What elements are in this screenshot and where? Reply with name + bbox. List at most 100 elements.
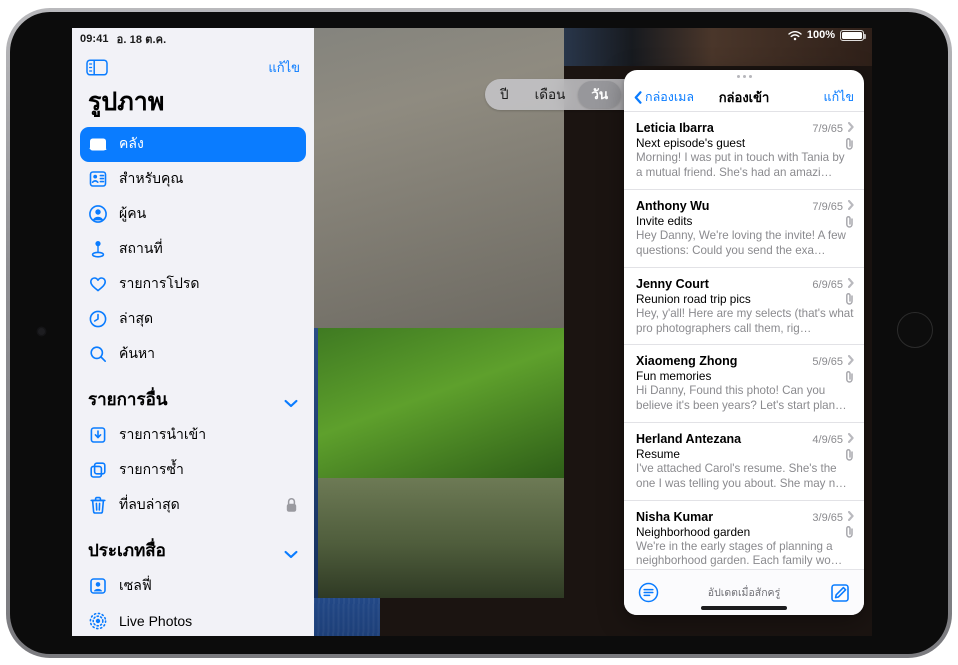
mail-date: 4/9/65 <box>812 434 843 446</box>
front-camera-icon <box>38 328 45 335</box>
compose-icon[interactable] <box>830 583 850 603</box>
sidebar-item-label: คลัง <box>119 133 298 155</box>
live-photos-icon <box>88 611 108 631</box>
sidebar-item-people[interactable]: ผู้คน <box>80 197 306 232</box>
places-pin-icon <box>88 239 108 259</box>
sidebar-item-label: ล่าสุด <box>119 308 298 330</box>
segment-months[interactable]: เดือน <box>522 81 579 108</box>
mail-list-item[interactable]: Leticia Ibarra 7/9/65 Next episode's gue… <box>624 111 864 189</box>
mail-sender: Herland Antezana <box>636 432 808 446</box>
sidebar-section-header-other[interactable]: รายการอื่น <box>72 372 314 418</box>
mail-status-text: อัปเดตเมื่อสักครู่ <box>624 584 864 601</box>
mail-toolbar: อัปเดตเมื่อสักครู่ <box>624 569 864 615</box>
segment-years[interactable]: ปี <box>487 81 522 108</box>
mail-subject: Reunion road trip pics <box>636 292 839 306</box>
mail-list-item[interactable]: Xiaomeng Zhong 5/9/65 Fun memories Hi Da… <box>624 344 864 422</box>
sidebar-item-label: ผู้คน <box>119 203 298 225</box>
sidebar-section-list-media-types: เซลฟี่ Live Photos <box>72 569 314 636</box>
mail-sender: Jenny Court <box>636 277 808 291</box>
selfies-icon <box>88 576 108 596</box>
chevron-right-icon[interactable] <box>848 275 854 285</box>
mail-list-item[interactable]: Jenny Court 6/9/65 Reunion road trip pic… <box>624 267 864 345</box>
sidebar-item-label: ที่ลบล่าสุด <box>119 494 274 516</box>
sidebar-item-search[interactable]: ค้นหา <box>80 337 306 372</box>
sidebar-item-places[interactable]: สถานที่ <box>80 232 306 267</box>
chevron-right-icon[interactable] <box>848 430 854 440</box>
sidebar-toggle-icon[interactable] <box>86 59 108 76</box>
library-icon <box>88 134 108 154</box>
sidebar-item-library[interactable]: คลัง <box>80 127 306 162</box>
sidebar-item-label: Live Photos <box>119 613 298 629</box>
mail-date: 7/9/65 <box>812 201 843 213</box>
mail-sender: Anthony Wu <box>636 199 808 213</box>
import-icon <box>88 425 108 445</box>
heart-icon <box>88 274 108 294</box>
sidebar-item-label: รายการซ้ำ <box>119 459 298 481</box>
ipad-screen: 23–24 ก.ค. 2564 Topanga และอื่นๆ 5–30 ส.… <box>72 28 872 636</box>
sidebar-item-duplicates[interactable]: รายการซ้ำ <box>80 453 306 488</box>
paperclip-icon <box>845 370 854 383</box>
mail-date: 6/9/65 <box>812 279 843 291</box>
mail-list-item[interactable]: Anthony Wu 7/9/65 Invite edits Hey Danny… <box>624 189 864 267</box>
paperclip-icon <box>845 292 854 305</box>
sidebar-item-recently-deleted[interactable]: ที่ลบล่าสุด <box>80 488 306 523</box>
sidebar-item-label: ค้นหา <box>119 343 298 365</box>
sidebar-section-header-media-types[interactable]: ประเภทสื่อ <box>72 523 314 569</box>
photo-tile[interactable] <box>318 328 564 478</box>
sidebar-section-list-other: รายการนำเข้า รายการซ้ำ <box>72 418 314 523</box>
sidebar-primary-list: คลัง สำหรับคุณ <box>72 127 314 372</box>
chevron-down-icon[interactable] <box>284 546 298 555</box>
sidebar-item-label: รายการโปรด <box>119 273 298 295</box>
paperclip-icon <box>845 448 854 461</box>
sidebar-item-recents[interactable]: ล่าสุด <box>80 302 306 337</box>
sidebar-item-live-photos[interactable]: Live Photos <box>80 604 306 636</box>
mail-date: 5/9/65 <box>812 356 843 368</box>
chevron-right-icon[interactable] <box>848 197 854 207</box>
mail-preview: Hey Danny, We're loving the invite! A fe… <box>636 229 854 259</box>
sidebar-item-favorites[interactable]: รายการโปรด <box>80 267 306 302</box>
paperclip-icon <box>845 137 854 150</box>
mail-subject: Neighborhood garden <box>636 525 839 539</box>
mail-list-item[interactable]: Herland Antezana 4/9/65 Resume I've atta… <box>624 422 864 500</box>
segment-days[interactable]: วัน <box>578 81 621 108</box>
mail-slideover-panel[interactable]: กล่องเมล กล่องเข้า แก้ไข Leticia Ibarra … <box>624 70 864 615</box>
home-button[interactable] <box>897 312 933 348</box>
chevron-right-icon[interactable] <box>848 508 854 518</box>
sidebar-item-label: สำหรับคุณ <box>119 168 298 190</box>
mail-subject: Invite edits <box>636 214 839 228</box>
sidebar-section-title: ประเภทสื่อ <box>88 537 166 564</box>
paperclip-icon <box>845 215 854 228</box>
mail-list-item[interactable]: Nisha Kumar 3/9/65 Neighborhood garden W… <box>624 500 864 569</box>
home-indicator <box>701 606 787 610</box>
mail-subject: Resume <box>636 447 839 461</box>
chevron-left-icon <box>634 91 642 104</box>
mail-date: 7/9/65 <box>812 123 843 135</box>
chevron-down-icon[interactable] <box>284 395 298 404</box>
mail-edit-button[interactable]: แก้ไข <box>824 87 854 107</box>
mail-preview: Hi Danny, Found this photo! Can you beli… <box>636 384 854 414</box>
sidebar-item-for-you[interactable]: สำหรับคุณ <box>80 162 306 197</box>
mail-preview: I've attached Carol's resume. She's the … <box>636 462 854 492</box>
mail-preview: Hey, y'all! Here are my selects (that's … <box>636 307 854 337</box>
mail-sender: Leticia Ibarra <box>636 121 808 135</box>
photo-tile[interactable] <box>318 478 564 598</box>
photos-sidebar: แก้ไข รูปภาพ คลัง <box>72 28 314 636</box>
mail-date: 3/9/65 <box>812 512 843 524</box>
mail-preview: We're in the early stages of planning a … <box>636 540 854 569</box>
sidebar-item-imports[interactable]: รายการนำเข้า <box>80 418 306 453</box>
sidebar-edit-button[interactable]: แก้ไข <box>268 57 300 78</box>
duplicates-icon <box>88 460 108 480</box>
ipad-device: 23–24 ก.ค. 2564 Topanga และอื่นๆ 5–30 ส.… <box>0 0 958 665</box>
mail-back-button[interactable]: กล่องเมล <box>634 87 694 107</box>
grabber-dots-icon[interactable] <box>624 70 864 83</box>
chevron-right-icon[interactable] <box>848 119 854 129</box>
search-icon <box>88 344 108 364</box>
sidebar-item-label: เซลฟี่ <box>119 575 298 597</box>
paperclip-icon <box>845 525 854 538</box>
chevron-right-icon[interactable] <box>848 352 854 362</box>
mail-message-list[interactable]: Leticia Ibarra 7/9/65 Next episode's gue… <box>624 111 864 569</box>
lock-icon <box>285 497 298 513</box>
filter-icon[interactable] <box>638 582 659 603</box>
sidebar-item-selfies[interactable]: เซลฟี่ <box>80 569 306 604</box>
mail-sender: Xiaomeng Zhong <box>636 354 808 368</box>
